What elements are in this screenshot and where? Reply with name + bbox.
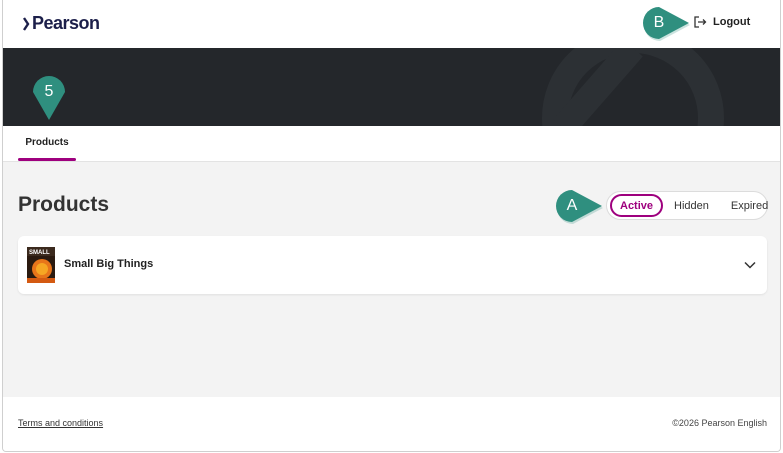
terms-link[interactable]: Terms and conditions	[18, 418, 103, 428]
copyright-text: ©2026 Pearson English	[672, 418, 767, 428]
filter-hidden[interactable]: Hidden	[663, 194, 720, 217]
logout-label: Logout	[713, 16, 751, 28]
product-row[interactable]: SMALL Small Big Things	[18, 236, 767, 294]
pearson-logo-icon	[23, 16, 30, 31]
app-window: Pearson Logout Products Products Active …	[2, 0, 781, 452]
tab-products[interactable]: Products	[18, 126, 76, 162]
product-cover-image: SMALL	[27, 247, 55, 283]
chevron-down-icon[interactable]	[743, 258, 757, 272]
hero-banner	[3, 48, 780, 126]
callout-marker-a: A	[556, 190, 603, 224]
filter-expired[interactable]: Expired	[720, 194, 779, 217]
page-footer: Terms and conditions ©2026 Pearson Engli…	[3, 397, 780, 451]
callout-marker-5: 5	[33, 76, 65, 120]
filter-active[interactable]: Active	[610, 194, 664, 217]
logout-icon	[694, 16, 707, 28]
tab-bar: Products	[3, 126, 780, 162]
status-filter: Active Hidden Expired	[606, 191, 768, 220]
pearson-logo[interactable]: Pearson	[23, 13, 100, 34]
logout-button[interactable]: Logout	[693, 15, 750, 29]
tab-products-label: Products	[25, 137, 69, 148]
callout-label-a: A	[566, 197, 578, 214]
callout-marker-b: B	[643, 7, 690, 41]
product-name: Small Big Things	[64, 258, 154, 270]
active-tab-indicator	[18, 158, 76, 161]
callout-label-b: B	[653, 14, 665, 31]
logo-text: Pearson	[32, 13, 100, 33]
page-title: Products	[18, 193, 110, 216]
banner-decoration	[542, 48, 724, 126]
callout-label-5: 5	[44, 83, 54, 100]
cover-title: SMALL	[29, 250, 50, 256]
